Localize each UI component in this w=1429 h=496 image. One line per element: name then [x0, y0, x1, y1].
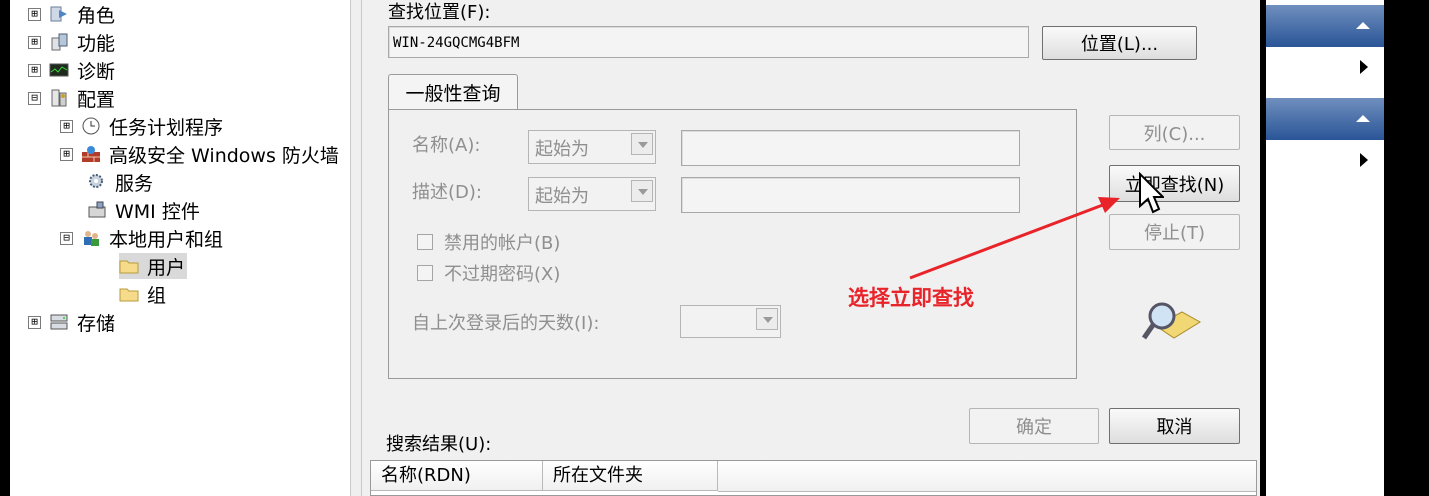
- expand-icon[interactable]: ⊞: [28, 35, 41, 49]
- wmi-icon: [88, 201, 106, 218]
- collapse-up-icon[interactable]: [1356, 115, 1370, 122]
- stop-button[interactable]: 停止(T): [1109, 214, 1240, 250]
- tree-item-label: 用户: [147, 256, 186, 279]
- collapse-up-icon[interactable]: [1356, 22, 1370, 29]
- days-since-logon-label: 自上次登录后的天数(I):: [412, 313, 600, 334]
- column-header-name[interactable]: 名称(RDN): [371, 461, 543, 491]
- console-tree: ⊞ 角色 ⊞ 功能 ⊞ 诊断 ⊟ 配置 ⊞ 任务计划程序 ⊞ 高级安全 Wind…: [10, 0, 350, 496]
- find-now-button[interactable]: 立即查找(N): [1109, 165, 1240, 202]
- actions-pane: [1266, 0, 1384, 496]
- name-input[interactable]: [681, 130, 1020, 166]
- collapse-icon[interactable]: ⊟: [28, 91, 41, 105]
- location-field: WIN-24GQCMG4BFM: [388, 26, 1029, 58]
- tree-item-wmi[interactable]: WMI 控件: [87, 197, 202, 223]
- expand-icon[interactable]: ⊞: [60, 119, 73, 133]
- tree-item-diagnostics[interactable]: ⊞ 诊断: [28, 57, 117, 83]
- tree-item-groups[interactable]: 组: [119, 281, 168, 307]
- tree-item-label: 服务: [115, 172, 154, 195]
- non-expiring-password-label: 不过期密码(X): [444, 264, 561, 285]
- collapse-icon[interactable]: ⊟: [60, 231, 73, 245]
- tree-item-features[interactable]: ⊞ 功能: [28, 29, 117, 55]
- actions-section-header[interactable]: [1266, 98, 1384, 140]
- more-actions-arrow-icon[interactable]: [1360, 153, 1368, 167]
- tree-item-storage[interactable]: ⊞ 存储: [28, 309, 117, 335]
- tree-item-firewall[interactable]: ⊞ 高级安全 Windows 防火墙: [60, 141, 341, 167]
- folder-icon: [119, 260, 139, 274]
- expand-icon[interactable]: ⊞: [28, 63, 41, 77]
- days-since-logon-select[interactable]: [680, 305, 781, 338]
- actions-section-header[interactable]: [1266, 5, 1384, 47]
- description-input[interactable]: [681, 177, 1020, 213]
- name-condition-select[interactable]: 起始为: [528, 130, 656, 164]
- tree-item-label: 存储: [77, 312, 116, 335]
- users-icon: [84, 231, 99, 246]
- location-button[interactable]: 位置(L)...: [1042, 26, 1197, 60]
- tree-item-users[interactable]: 用户: [119, 253, 188, 279]
- chevron-down-icon[interactable]: [631, 133, 653, 155]
- tree-item-roles[interactable]: ⊞ 角色: [28, 1, 117, 27]
- name-condition-value: 起始为: [535, 139, 589, 160]
- tree-item-label: 任务计划程序: [109, 116, 224, 139]
- columns-button[interactable]: 列(C)...: [1109, 115, 1240, 150]
- pane-splitter[interactable]: [350, 0, 362, 496]
- clock-icon: [82, 117, 100, 135]
- tree-item-services[interactable]: 服务: [87, 169, 155, 195]
- description-condition-value: 起始为: [535, 186, 589, 207]
- description-condition-select[interactable]: 起始为: [528, 177, 656, 211]
- disabled-accounts-checkbox[interactable]: [417, 234, 433, 250]
- ok-button[interactable]: 确定: [969, 408, 1099, 444]
- expand-icon[interactable]: ⊞: [28, 7, 41, 21]
- chevron-down-icon[interactable]: [631, 180, 653, 202]
- storage-icon: [50, 314, 68, 330]
- name-label: 名称(A):: [412, 135, 481, 156]
- find-users-dialog: 查找位置(F): WIN-24GQCMG4BFM 位置(L)... 一般性查询 …: [362, 0, 1260, 496]
- cancel-button[interactable]: 取消: [1109, 408, 1240, 444]
- features-icon: [51, 33, 68, 51]
- tree-item-task-scheduler[interactable]: ⊞ 任务计划程序: [60, 113, 225, 139]
- mouse-cursor-icon: [1139, 172, 1164, 214]
- expand-icon[interactable]: ⊞: [28, 315, 41, 329]
- search-results-list[interactable]: 名称(RDN) 所在文件夹: [370, 460, 1257, 496]
- diagnostics-icon: [49, 63, 69, 77]
- description-label: 描述(D):: [412, 182, 482, 203]
- column-header-folder[interactable]: 所在文件夹: [543, 461, 718, 491]
- tree-item-label: 配置: [77, 88, 116, 111]
- gear-icon: [89, 174, 103, 188]
- tab-general-query[interactable]: 一般性查询: [388, 74, 518, 110]
- tree-item-label: 组: [147, 284, 167, 307]
- tree-item-label: 本地用户和组: [109, 228, 224, 251]
- more-actions-arrow-icon[interactable]: [1360, 60, 1368, 74]
- location-label: 查找位置(F):: [388, 2, 491, 23]
- search-results-label: 搜索结果(U):: [386, 434, 492, 455]
- tree-item-label: 高级安全 Windows 防火墙: [109, 144, 339, 167]
- tree-item-label: WMI 控件: [115, 200, 200, 223]
- configuration-icon: [51, 89, 67, 107]
- firewall-icon: [82, 146, 100, 162]
- tree-item-label: 角色: [77, 4, 116, 27]
- annotation-text: 选择立即查找: [848, 286, 974, 310]
- roles-icon: [50, 6, 67, 22]
- tree-item-local-users-groups[interactable]: ⊟ 本地用户和组: [60, 225, 225, 251]
- disabled-accounts-label: 禁用的帐户(B): [444, 233, 561, 254]
- expand-icon[interactable]: ⊞: [60, 147, 73, 161]
- search-flashlight-icon: [1142, 302, 1201, 340]
- column-header-filler: [718, 461, 1256, 492]
- folder-icon: [119, 288, 139, 302]
- chevron-down-icon[interactable]: [756, 308, 778, 330]
- tree-item-configuration[interactable]: ⊟ 配置: [28, 85, 117, 111]
- tree-item-label: 功能: [77, 32, 116, 55]
- tree-item-label: 诊断: [77, 60, 116, 83]
- non-expiring-password-checkbox[interactable]: [417, 265, 433, 281]
